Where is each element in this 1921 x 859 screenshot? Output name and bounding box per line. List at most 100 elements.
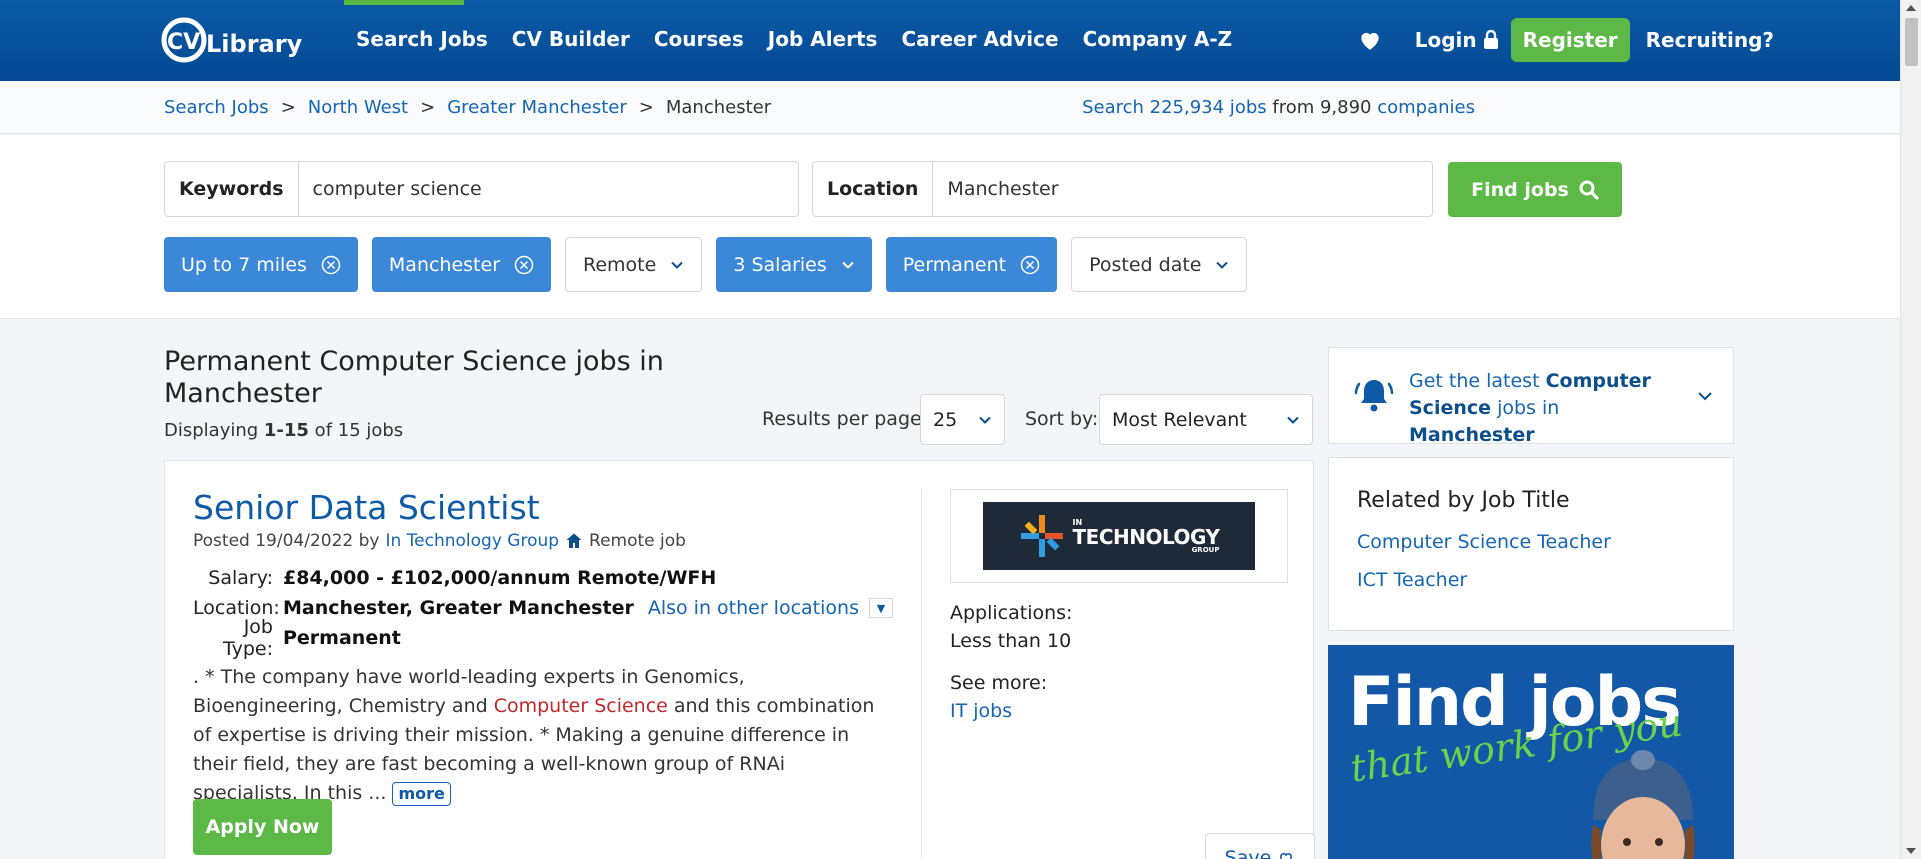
job-type-value: Permanent (283, 627, 401, 649)
save-label: Save (1224, 847, 1272, 859)
scroll-up-arrow-icon[interactable] (1906, 5, 1916, 11)
login-label: Login (1414, 28, 1477, 52)
other-locations-toggle[interactable]: ▼ (868, 598, 893, 618)
filter-dropdown-remote[interactable]: Remote (565, 237, 703, 292)
search-area: Keywords Location Find jobs Up to 7 mile… (0, 135, 1900, 319)
results-count-suffix: of 15 jobs (308, 420, 404, 441)
nav-cv-builder[interactable]: CV Builder (512, 27, 630, 51)
breadcrumb: Search Jobs > North West > Greater Manch… (164, 97, 771, 118)
filter-chips: Up to 7 miles Manchester Remote 3 Salari… (164, 237, 1248, 292)
top-navigation: CV Library Search Jobs CV Builder Course… (0, 0, 1900, 81)
filter-chip-label: Remote (583, 253, 657, 276)
job-side-info: Applications: Less than 10 See more: IT … (950, 599, 1072, 725)
keywords-input[interactable] (298, 162, 798, 216)
companies-link[interactable]: companies (1377, 97, 1475, 118)
scroll-down-arrow-icon[interactable] (1906, 848, 1916, 854)
location-field: Location (812, 161, 1433, 217)
nav-company-a-z[interactable]: Company A-Z (1083, 27, 1233, 51)
close-circle-icon[interactable] (321, 255, 341, 275)
filter-chip-job-type[interactable]: Permanent (885, 237, 1058, 292)
filter-dropdown-salaries[interactable]: 3 Salaries (716, 237, 872, 292)
ad-person-image (1591, 750, 1695, 859)
recruiting-link[interactable]: Recruiting? (1646, 28, 1774, 52)
advert-banner[interactable]: Find jobs that work for you (1328, 645, 1734, 859)
filter-dropdown-posted-date[interactable]: Posted date (1071, 237, 1248, 292)
nav-job-alerts[interactable]: Job Alerts (768, 27, 878, 51)
results-count-range: 1-15 (263, 420, 309, 441)
salary-value: £84,000 - £102,000/annum Remote/WFH (283, 567, 717, 589)
breadcrumb-separator: > (280, 97, 296, 118)
save-job-button[interactable]: Save (1205, 833, 1315, 859)
heart-icon[interactable] (1357, 27, 1383, 53)
breadcrumb-north-west[interactable]: North West (308, 97, 408, 118)
svg-text:Library: Library (206, 30, 303, 58)
results-title: Permanent Computer Science jobs in Manch… (164, 346, 664, 409)
page-scrollbar[interactable] (1900, 0, 1921, 859)
results-per-page-value: 25 (933, 408, 958, 431)
company-link[interactable]: In Technology Group (385, 531, 559, 551)
job-type-row: Job Type: Permanent (193, 616, 893, 660)
find-jobs-label: Find jobs (1471, 178, 1569, 201)
filter-chip-distance[interactable]: Up to 7 miles (164, 237, 358, 292)
sort-by-select[interactable]: Most Relevant (1099, 394, 1313, 445)
job-card: Senior Data Scientist Posted 19/04/2022 … (164, 460, 1315, 859)
applications-label: Applications: (950, 602, 1073, 624)
alert-text-part: jobs in (1491, 397, 1560, 419)
location-value: Manchester, Greater Manchester (283, 597, 634, 619)
results-count: Displaying 1-15 of 15 jobs (164, 420, 403, 441)
find-jobs-button[interactable]: Find jobs (1448, 162, 1622, 217)
related-title: Related by Job Title (1357, 488, 1570, 513)
register-button[interactable]: Register (1510, 18, 1630, 62)
job-description: . * The company have world-leading exper… (193, 663, 893, 808)
nav-career-advice[interactable]: Career Advice (901, 27, 1058, 51)
breadcrumb-bar: Search Jobs > North West > Greater Manch… (0, 81, 1900, 134)
chevron-down-icon (1698, 392, 1712, 401)
related-link-ict-teacher[interactable]: ICT Teacher (1357, 569, 1467, 591)
search-stats: Search 225,934 jobs from 9,890 companies (1082, 97, 1475, 118)
logo-text-group: GROUP (1191, 545, 1220, 554)
main-nav-links: Search Jobs CV Builder Courses Job Alert… (356, 27, 1232, 51)
scroll-thumb[interactable] (1905, 18, 1918, 66)
filter-chip-label: 3 Salaries (733, 253, 827, 276)
results-per-page-label: Results per page: (762, 408, 929, 430)
breadcrumb-search-jobs[interactable]: Search Jobs (164, 97, 269, 118)
job-meta: Salary: £84,000 - £102,000/annum Remote/… (193, 563, 893, 660)
results-count-prefix: Displaying (164, 420, 264, 441)
company-count-text: from 9,890 (1266, 97, 1378, 118)
nav-active-indicator (344, 0, 464, 5)
related-job-titles-box: Related by Job Title Computer Science Te… (1328, 457, 1734, 631)
filter-chip-location[interactable]: Manchester (371, 237, 552, 292)
login-link[interactable]: Login (1415, 28, 1499, 52)
see-more-label: See more: (950, 672, 1048, 694)
home-icon (566, 533, 582, 548)
related-link-computer-science-teacher[interactable]: Computer Science Teacher (1357, 531, 1611, 553)
location-input[interactable] (933, 162, 1432, 216)
keywords-field: Keywords (164, 161, 799, 217)
search-jobs-count-link[interactable]: Search 225,934 jobs (1082, 97, 1267, 118)
chevron-down-icon (842, 261, 854, 269)
company-logo-mark-icon (1020, 515, 1063, 557)
other-locations-link[interactable]: Also in other locations (648, 597, 859, 619)
more-button[interactable]: more (392, 782, 451, 806)
job-type-label: Job Type: (222, 616, 273, 660)
company-logo-box[interactable]: IN TECHNOLOGY GROUP (950, 489, 1288, 583)
alert-location: Manchester (1409, 424, 1535, 446)
job-title-link[interactable]: Senior Data Scientist (193, 488, 540, 527)
it-jobs-link[interactable]: IT jobs (950, 697, 1072, 725)
svg-text:CV: CV (167, 30, 200, 55)
location-label: Location (813, 162, 934, 216)
cv-library-logo[interactable]: CV Library (158, 14, 312, 66)
job-alert-box[interactable]: Get the latest Computer Science jobs in … (1328, 347, 1734, 446)
breadcrumb-greater-manchester[interactable]: Greater Manchester (447, 97, 627, 118)
nav-search-jobs[interactable]: Search Jobs (356, 27, 488, 51)
close-circle-icon[interactable] (514, 255, 534, 275)
posted-date: Posted 19/04/2022 by (193, 531, 380, 551)
close-circle-icon[interactable] (1020, 255, 1040, 275)
results-per-page-select[interactable]: 25 (920, 394, 1005, 445)
nav-courses[interactable]: Courses (654, 27, 744, 51)
sort-by-label: Sort by: (1025, 408, 1099, 430)
apply-now-button[interactable]: Apply Now (193, 799, 332, 855)
lock-icon (1483, 30, 1498, 49)
chevron-down-icon (1287, 416, 1299, 424)
